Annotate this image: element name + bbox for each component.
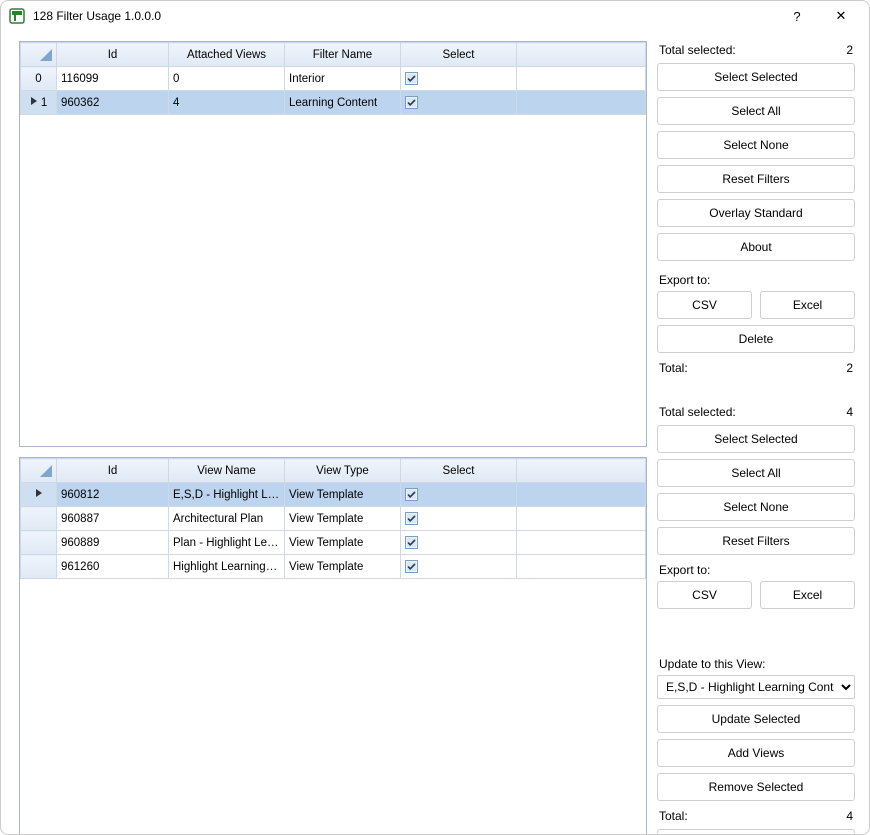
app-icon [9, 8, 25, 24]
remove-selected-button[interactable]: Remove Selected [657, 773, 855, 801]
filters-grid[interactable]: Id Attached Views Filter Name Select 011… [19, 41, 647, 447]
grid2-col-vname[interactable]: View Name [169, 459, 285, 483]
filters-reset-button[interactable]: Reset Filters [657, 165, 855, 193]
about-button[interactable]: About [657, 233, 855, 261]
views-select-selected-button[interactable]: Select Selected [657, 425, 855, 453]
update-to-view-select[interactable]: E,S,D - Highlight Learning Conte [657, 675, 855, 699]
cell-id: 960362 [57, 91, 169, 115]
row-header[interactable] [21, 483, 57, 507]
views-select-all-button[interactable]: Select All [657, 459, 855, 487]
grid1-col-select[interactable]: Select [401, 43, 517, 67]
views-select-none-button[interactable]: Select None [657, 493, 855, 521]
cell-select-checkbox[interactable] [401, 91, 517, 115]
cell-select-checkbox[interactable] [401, 531, 517, 555]
row-header[interactable] [21, 555, 57, 579]
views-reset-button[interactable]: Reset Filters [657, 527, 855, 555]
grid2-col-select[interactable]: Select [401, 459, 517, 483]
cell-filler [517, 483, 646, 507]
grid1-col-id[interactable]: Id [57, 43, 169, 67]
grid1-col-filler [517, 43, 646, 67]
table-row[interactable]: 960889Plan - Highlight Learni...View Tem… [21, 531, 646, 555]
grid1-col-fname[interactable]: Filter Name [285, 43, 401, 67]
cell-filler [517, 507, 646, 531]
filters-delete-button[interactable]: Delete [657, 325, 855, 353]
cell-id: 960812 [57, 483, 169, 507]
cell-select-checkbox[interactable] [401, 67, 517, 91]
cell-select-checkbox[interactable] [401, 555, 517, 579]
filters-select-all-button[interactable]: Select All [657, 97, 855, 125]
cell-id: 960887 [57, 507, 169, 531]
grid1-col-attached[interactable]: Attached Views [169, 43, 285, 67]
views-export-csv-button[interactable]: CSV [657, 581, 752, 609]
cell-attached: 4 [169, 91, 285, 115]
overlay-standard-button[interactable]: Overlay Standard [657, 199, 855, 227]
grid2-col-filler [517, 459, 646, 483]
cell-attached: 0 [169, 67, 285, 91]
grid2-col-vtype[interactable]: View Type [285, 459, 401, 483]
cell-view-name: Architectural Plan [169, 507, 285, 531]
views-total-selected-label: Total selected: [659, 405, 736, 419]
row-header[interactable] [21, 531, 57, 555]
views-total-selected-value: 4 [846, 405, 853, 419]
cell-id: 116099 [57, 67, 169, 91]
cell-filler [517, 91, 646, 115]
cell-filter-name: Interior [285, 67, 401, 91]
filters-select-selected-button[interactable]: Select Selected [657, 63, 855, 91]
filters-total-selected-value: 2 [846, 43, 853, 57]
cell-view-type: View Template [285, 531, 401, 555]
update-selected-button[interactable]: Update Selected [657, 705, 855, 733]
views-export-excel-button[interactable]: Excel [760, 581, 855, 609]
grid2-col-id[interactable]: Id [57, 459, 169, 483]
cell-view-type: View Template [285, 483, 401, 507]
sidebar: Total selected: 2 Select Selected Select… [657, 41, 855, 835]
window-title: 128 Filter Usage 1.0.0.0 [33, 9, 775, 23]
filters-total-value: 2 [846, 361, 853, 375]
filters-total-selected-label: Total selected: [659, 43, 736, 57]
cell-id: 961260 [57, 555, 169, 579]
views-export-label: Export to: [657, 561, 855, 581]
cell-select-checkbox[interactable] [401, 483, 517, 507]
cell-select-checkbox[interactable] [401, 507, 517, 531]
row-header[interactable] [21, 507, 57, 531]
table-row[interactable]: 19603624Learning Content [21, 91, 646, 115]
cell-id: 960889 [57, 531, 169, 555]
close-window-button[interactable]: ✕ [819, 1, 863, 31]
filters-export-label: Export to: [657, 271, 855, 291]
add-views-button[interactable]: Add Views [657, 739, 855, 767]
filters-total-label: Total: [659, 361, 688, 375]
update-to-view-label: Update to this View: [657, 655, 855, 675]
cell-view-name: Plan - Highlight Learni... [169, 531, 285, 555]
cell-view-type: View Template [285, 507, 401, 531]
cell-filler [517, 555, 646, 579]
filters-select-none-button[interactable]: Select None [657, 131, 855, 159]
cell-view-name: Highlight Learning Co... [169, 555, 285, 579]
help-button[interactable]: ? [775, 1, 819, 31]
app-window: 128 Filter Usage 1.0.0.0 ? ✕ Id Attached… [0, 0, 870, 835]
cell-filter-name: Learning Content [285, 91, 401, 115]
table-row[interactable]: 960812E,S,D - Highlight Lear...View Temp… [21, 483, 646, 507]
cell-view-name: E,S,D - Highlight Lear... [169, 483, 285, 507]
filters-export-csv-button[interactable]: CSV [657, 291, 752, 319]
views-total-value: 4 [846, 809, 853, 823]
views-total-label: Total: [659, 809, 688, 823]
cell-filler [517, 67, 646, 91]
table-row[interactable]: 01160990Interior [21, 67, 646, 91]
grid1-corner[interactable] [21, 43, 57, 67]
table-row[interactable]: 960887Architectural PlanView Template [21, 507, 646, 531]
row-header[interactable]: 0 [21, 67, 57, 91]
titlebar: 128 Filter Usage 1.0.0.0 ? ✕ [1, 1, 869, 31]
grid2-corner[interactable] [21, 459, 57, 483]
filters-export-excel-button[interactable]: Excel [760, 291, 855, 319]
close-button[interactable]: Close [657, 829, 855, 835]
table-row[interactable]: 961260Highlight Learning Co...View Templ… [21, 555, 646, 579]
cell-view-type: View Template [285, 555, 401, 579]
cell-filler [517, 531, 646, 555]
views-grid[interactable]: Id View Name View Type Select 960812E,S,… [19, 457, 647, 835]
row-header[interactable]: 1 [21, 91, 57, 115]
